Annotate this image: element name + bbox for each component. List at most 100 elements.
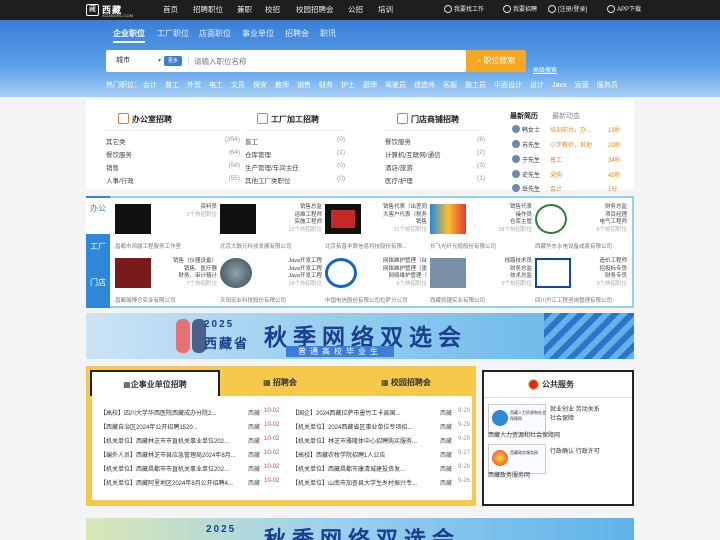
list-item[interactable]: 【机关单位】西藏阿里地区2024年8月公开招聘4... 西藏 10-02 bbox=[100, 478, 282, 487]
list-item[interactable]: 【机关单位】山南市加查县大学生乡村振兴专... 西藏 9-26 bbox=[292, 478, 472, 487]
category-item[interactable]: 其它类 (354) bbox=[106, 136, 240, 146]
nav-public-recruit[interactable]: 公招 bbox=[348, 0, 363, 20]
category-item[interactable]: 销售 (58) bbox=[106, 162, 240, 172]
building-icon: ▦ bbox=[123, 380, 131, 389]
decorative-stripes bbox=[544, 313, 634, 359]
tab-enterprise[interactable]: 企业职位 bbox=[113, 28, 145, 43]
category-item[interactable]: 计算机/互联网/通信 (2) bbox=[385, 149, 485, 159]
find-job-link[interactable]: 我要找工作 bbox=[444, 0, 484, 20]
top-bar: 藏 西藏 XIZANGRC.COM 首页 招聘职位 兼职 校招 校园招聘会 公招… bbox=[0, 0, 720, 20]
hrss-link[interactable]: 西藏人力资源和社会保障网 bbox=[488, 430, 560, 439]
hot-job[interactable]: 驾驶员 bbox=[385, 82, 406, 89]
category-item[interactable]: 普工 (0) bbox=[245, 136, 345, 146]
site-logo[interactable]: 藏 西藏 XIZANGRC.COM bbox=[86, 3, 133, 18]
briefcase-icon bbox=[118, 113, 129, 124]
hot-job[interactable]: 销售 bbox=[297, 82, 311, 89]
tab-institution-recruit[interactable]: ▦企事业单位招聘 bbox=[90, 370, 220, 396]
nav-campus-fair[interactable]: 校园招聘会 bbox=[296, 0, 334, 20]
category-item[interactable]: 酒店/旅游 (3) bbox=[385, 162, 485, 172]
gov-service-link[interactable]: 西藏政务服务网 bbox=[488, 470, 530, 479]
list-item[interactable]: 【高校】西藏农牧学院招聘1人公告 西藏 9-27 bbox=[292, 450, 472, 459]
service-links[interactable]: 就业创业 劳动关系 社会保障 bbox=[550, 406, 600, 424]
hot-job[interactable]: 会计 bbox=[143, 82, 157, 89]
hot-job[interactable]: 施工员 bbox=[465, 82, 486, 89]
tab-store[interactable]: 店面职位 bbox=[199, 28, 231, 39]
company-card[interactable]: 销售代表（出差同 大客户代表（税务 销售 31个热招职位 北京拓普丰联信息科技股份有限… bbox=[325, 200, 429, 252]
hot-job[interactable]: 护士 bbox=[341, 82, 355, 89]
list-item[interactable]: 【高校】四川大学华西医院西藏成办分院2... 西藏 10-02 bbox=[100, 408, 282, 417]
nav-training[interactable]: 培训 bbox=[378, 0, 393, 20]
job-fair-banner-2[interactable]: 2025 秋季网络双选会 bbox=[86, 518, 634, 540]
category-item[interactable]: 餐饮服务 (64) bbox=[106, 149, 240, 159]
company-card[interactable]: 网络维护管理（台 网络维护管理（墨 网络维护管理（ 6个热招职位 中国电信股份有限公司… bbox=[325, 254, 429, 306]
company-card[interactable]: 造价工程师 招投标专员 财务专员 3个热招职位 四川丹江工程咨询管理有限公司 bbox=[535, 254, 629, 306]
category-item[interactable]: 其他工厂类职位 (0) bbox=[245, 175, 345, 185]
hot-job[interactable]: 平面设计 bbox=[494, 82, 522, 89]
chevron-down-icon[interactable]: ▾ bbox=[158, 50, 161, 72]
hot-job[interactable]: Java bbox=[552, 82, 567, 89]
tab-factory[interactable]: 工厂职位 bbox=[157, 28, 189, 39]
nav-parttime[interactable]: 兼职 bbox=[237, 0, 252, 20]
advanced-search-link[interactable]: 高级搜索 bbox=[533, 65, 557, 74]
list-item[interactable]: 【机关单位】西藏昌都市康清城建投资发... 西藏 9-26 bbox=[292, 464, 472, 473]
app-download-link[interactable]: APP下载 bbox=[607, 0, 641, 20]
hot-job[interactable]: 厨师 bbox=[363, 82, 377, 89]
category-item[interactable]: 人事/行政 (55) bbox=[106, 175, 240, 185]
hot-job[interactable]: 服务员 bbox=[597, 82, 618, 89]
list-item[interactable]: 【编外人员】西藏林芝市县应急管理局2024年8月... 西藏 10-02 bbox=[100, 450, 282, 459]
city-select[interactable]: 城市 bbox=[116, 50, 130, 72]
more-button[interactable]: 更多 bbox=[164, 56, 182, 66]
hot-job[interactable]: 财务 bbox=[319, 82, 333, 89]
hot-job[interactable]: 文员 bbox=[231, 82, 245, 89]
tab-job-fair[interactable]: 招聘会 bbox=[285, 28, 309, 39]
list-item[interactable]: 【西藏自治区2024年公开招聘1520... 西藏 10-02 bbox=[100, 422, 282, 431]
company-card[interactable]: 线路技术员 财务总监 技术总监 9个热招职位 西藏凯捷实业有限公司 bbox=[430, 254, 534, 306]
tab-office[interactable]: 办公 bbox=[86, 198, 110, 234]
list-item[interactable]: 【国企】2024西藏拉萨市墨竹工卡县国... 西藏 9-29 bbox=[292, 408, 472, 417]
nav-campus[interactable]: 校招 bbox=[265, 0, 280, 20]
hot-job[interactable]: 普工 bbox=[165, 82, 179, 89]
tab-news[interactable]: 职讯 bbox=[320, 28, 336, 39]
company-card[interactable]: Java开发工程 Java开发工程 Java开发工程 14个热招职位 天阳宏业科技股份… bbox=[220, 254, 324, 306]
search-input[interactable] bbox=[194, 54, 454, 68]
hot-job[interactable]: 运营 bbox=[575, 82, 589, 89]
hot-job[interactable]: 外贸 bbox=[187, 82, 201, 89]
tab-public-institution[interactable]: 事业单位 bbox=[242, 28, 274, 39]
job-fair-banner[interactable]: 2025 西藏省 秋季网络双选会 普通高校毕业生 bbox=[86, 313, 634, 359]
tab-latest-resumes[interactable]: 最新简历 bbox=[510, 111, 538, 121]
hot-job[interactable]: 建造师 bbox=[414, 82, 435, 89]
tab-job-fair-panel[interactable]: ▦ 招聘会 bbox=[220, 370, 340, 396]
tab-store-side[interactable]: 门店 bbox=[86, 272, 110, 308]
company-logo bbox=[220, 204, 256, 234]
list-item[interactable]: 【机关单位】林芝市雅隆体中心招聘购买服务... 西藏 9-28 bbox=[292, 436, 472, 445]
category-item[interactable]: 仓库管理 (1) bbox=[245, 149, 345, 159]
hot-job[interactable]: 电工 bbox=[209, 82, 223, 89]
hot-job[interactable]: 客服 bbox=[443, 82, 457, 89]
hot-job[interactable]: 设计 bbox=[530, 82, 544, 89]
list-item[interactable]: 【机关单位】西藏昌都市市直机关事业单位202... 西藏 10-02 bbox=[100, 464, 282, 473]
list-item[interactable]: 【机关单位】2024西藏省区事业单位专项招... 西藏 9-29 bbox=[292, 422, 472, 431]
category-item[interactable]: 医疗/护理 (1) bbox=[385, 175, 485, 185]
company-card[interactable]: 财务总监 项目经理 电气工程师 8个热招职位 西藏华东水电设备成套有限公司 bbox=[535, 200, 629, 252]
nav-home[interactable]: 首页 bbox=[163, 0, 178, 20]
login-link[interactable]: [注册/登录] bbox=[548, 0, 587, 20]
service-links[interactable]: 行政确认 行政许可 bbox=[550, 448, 600, 457]
company-card[interactable]: 资料员 1个热招职位 昌都市鸿骏工程服务工作室 bbox=[115, 200, 219, 252]
hot-job[interactable]: 教师 bbox=[275, 82, 289, 89]
avatar bbox=[512, 155, 520, 163]
company-card[interactable]: 销售（仪器设备） 销售、医疗器 财务、审计稽计 7个热招职位 昌都瑞博仑实业有限公司 bbox=[115, 254, 219, 306]
category-item[interactable]: 生产管理/车间主任 (0) bbox=[245, 162, 345, 172]
nav-jobs[interactable]: 招聘职位 bbox=[193, 0, 223, 20]
list-item[interactable]: 【机关单位】西藏林芝市市直机关事业单位202... 西藏 10-02 bbox=[100, 436, 282, 445]
company-logo bbox=[115, 204, 151, 234]
company-card[interactable]: 销售代表 操作员 仓库主管 18个热招职位 长飞光纤光缆股份有限公司 bbox=[430, 200, 534, 252]
tab-campus-fair[interactable]: ▦ 校园招聘会 bbox=[340, 370, 472, 396]
category-item[interactable]: 餐饮服务 (8) bbox=[385, 136, 485, 146]
hot-job[interactable]: 保安 bbox=[253, 82, 267, 89]
recruit-link[interactable]: 我要招聘 bbox=[503, 0, 537, 20]
tab-factory-side[interactable]: 工厂 bbox=[86, 236, 110, 272]
company-card[interactable]: 销售总监 运维工程师 实施工程师 12个热招职位 北京大数元科技发展有限公司 bbox=[220, 200, 324, 252]
tab-latest-activity[interactable]: 最新动态 bbox=[552, 111, 580, 121]
search-button[interactable]: ⌕ 职位搜索 bbox=[466, 50, 526, 72]
store-icon bbox=[397, 113, 408, 124]
